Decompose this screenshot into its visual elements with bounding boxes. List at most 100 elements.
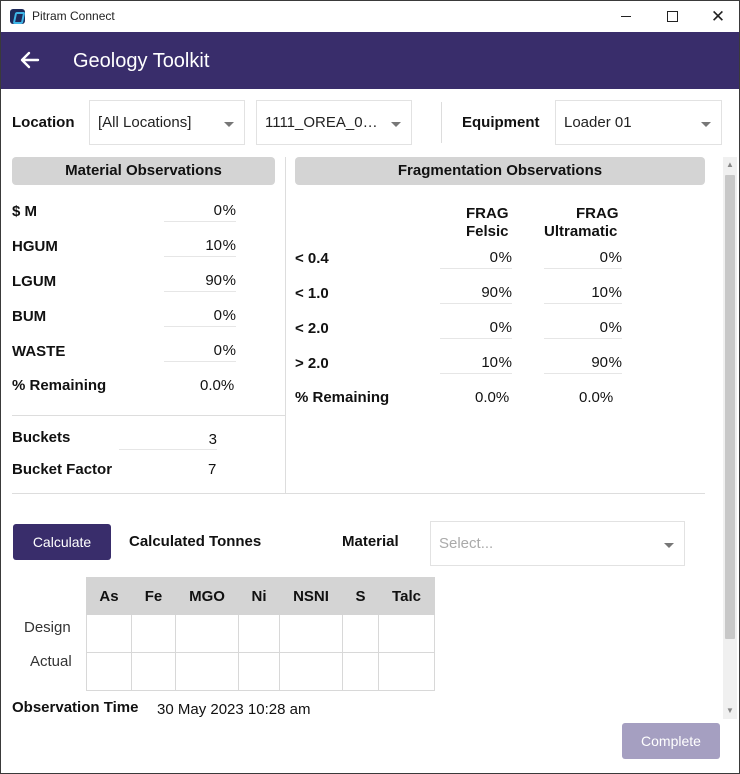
grid-header-fe: Fe: [131, 577, 176, 615]
percent-sign: %: [498, 354, 512, 371]
percent-sign: %: [222, 307, 236, 324]
material-remaining-value: 0.0%: [200, 377, 235, 394]
equipment-label: Equipment: [462, 114, 540, 131]
field-value: 0: [599, 319, 608, 336]
frag-remaining-ultramatic: 0.0%: [579, 389, 614, 406]
grid-cell[interactable]: [175, 652, 239, 691]
grid-cell[interactable]: [378, 614, 435, 653]
material-input-hgum[interactable]: 10%: [164, 235, 236, 257]
chevron-down-icon: [664, 543, 674, 548]
field-value: 90: [591, 354, 608, 371]
percent-sign: %: [608, 249, 622, 266]
close-button[interactable]: ✕: [695, 1, 739, 32]
scroll-up-icon[interactable]: ▲: [723, 159, 737, 171]
percent-sign: %: [498, 284, 512, 301]
equipment-dropdown[interactable]: Loader 01: [555, 100, 722, 145]
frag-remaining-felsic: 0.0%: [475, 389, 510, 406]
grid-cell[interactable]: [238, 614, 280, 653]
back-arrow-icon[interactable]: [19, 49, 41, 71]
frag-felsic-input-20[interactable]: 0%: [440, 317, 512, 339]
frag-ultramatic-input-gt20[interactable]: 90%: [544, 352, 622, 374]
field-value: 10: [481, 354, 498, 371]
material-observations-header: Material Observations: [12, 157, 275, 185]
col-frag-ultramatic-line1: FRAG: [576, 205, 619, 222]
field-value: 0: [213, 307, 222, 324]
grid-cell[interactable]: [378, 652, 435, 691]
grid-header-row: As Fe MGO Ni NSNI S Talc: [86, 577, 435, 615]
field-value: 0: [213, 342, 222, 359]
scrollbar-thumb[interactable]: [725, 175, 735, 639]
grid-cell[interactable]: [342, 652, 379, 691]
calculated-tonnes-label: Calculated Tonnes: [129, 533, 262, 550]
field-value: 0: [489, 319, 498, 336]
material-input-lgum[interactable]: 90%: [164, 270, 236, 292]
grid-row-actual: [86, 652, 435, 691]
frag-label-04: < 0.4: [295, 250, 329, 267]
grid-cell[interactable]: [86, 652, 132, 691]
grid-header-nsni: NSNI: [279, 577, 343, 615]
scroll-down-icon[interactable]: ▼: [723, 705, 737, 717]
calculate-button[interactable]: Calculate: [13, 524, 111, 560]
material-input-m[interactable]: 0%: [164, 200, 236, 222]
sublocation-dropdown[interactable]: 1111_OREA_0…: [256, 100, 412, 145]
field-value: 90: [481, 284, 498, 301]
frag-ultramatic-input-10[interactable]: 10%: [544, 282, 622, 304]
material-input-bum[interactable]: 0%: [164, 305, 236, 327]
app-window: Pitram Connect ✕ Geology Toolkit Locatio…: [0, 0, 740, 774]
grid-cell[interactable]: [238, 652, 280, 691]
minimize-button[interactable]: [603, 1, 649, 32]
grid-cell[interactable]: [86, 614, 132, 653]
col-frag-felsic-line1: FRAG: [466, 205, 509, 222]
field-value: 3: [208, 431, 217, 448]
vertical-scrollbar[interactable]: ▲ ▼: [723, 157, 737, 719]
app-logo-icon: [10, 9, 25, 24]
field-value: 0: [489, 249, 498, 266]
material-remaining-label: % Remaining: [12, 377, 107, 394]
grid-row-design: [86, 614, 435, 653]
material-input-waste[interactable]: 0%: [164, 340, 236, 362]
grid-cell[interactable]: [342, 614, 379, 653]
grid-cell[interactable]: [131, 614, 176, 653]
location-dropdown[interactable]: [All Locations]: [89, 100, 245, 145]
material-label-m: $ M: [12, 203, 38, 220]
frag-felsic-input-gt20[interactable]: 10%: [440, 352, 512, 374]
divider: [441, 102, 442, 143]
complete-button[interactable]: Complete: [622, 723, 720, 759]
chevron-down-icon: [224, 122, 234, 127]
grid-header-mgo: MGO: [175, 577, 239, 615]
material-label-hgum: HGUM: [12, 238, 58, 255]
material-select-placeholder: Select...: [439, 535, 494, 552]
material-select-label: Material: [342, 533, 399, 550]
frag-felsic-input-10[interactable]: 90%: [440, 282, 512, 304]
maximize-button[interactable]: [649, 1, 695, 32]
buckets-input[interactable]: 3: [119, 428, 217, 450]
grid-cell[interactable]: [131, 652, 176, 691]
grid-row-label-actual: Actual: [30, 653, 72, 670]
grid-header-talc: Talc: [378, 577, 435, 615]
frag-remaining-label: % Remaining: [295, 389, 390, 406]
frag-ultramatic-input-20[interactable]: 0%: [544, 317, 622, 339]
frag-label-gt20: > 2.0: [295, 355, 329, 372]
col-frag-ultramatic-line2: Ultramatic: [544, 223, 618, 240]
percent-sign: %: [222, 202, 236, 219]
frag-felsic-input-04[interactable]: 0%: [440, 247, 512, 269]
frag-label-20: < 2.0: [295, 320, 329, 337]
material-label-lgum: LGUM: [12, 273, 57, 290]
grid-cell[interactable]: [279, 652, 343, 691]
window-title: Pitram Connect: [32, 9, 115, 23]
grid-header-as: As: [86, 577, 132, 615]
grid-cell[interactable]: [175, 614, 239, 653]
location-label: Location: [12, 114, 75, 131]
field-value: 90: [205, 272, 222, 289]
grid-header-s: S: [342, 577, 379, 615]
sublocation-value: 1111_OREA_0…: [265, 114, 378, 131]
page-title: Geology Toolkit: [73, 50, 210, 72]
frag-ultramatic-input-04[interactable]: 0%: [544, 247, 622, 269]
divider: [12, 415, 285, 416]
field-value: 10: [591, 284, 608, 301]
material-select-dropdown[interactable]: Select...: [430, 521, 685, 566]
fragmentation-observations-header: Fragmentation Observations: [295, 157, 705, 185]
grid-cell[interactable]: [279, 614, 343, 653]
bucket-factor-label: Bucket Factor: [12, 461, 113, 478]
divider: [12, 493, 705, 494]
